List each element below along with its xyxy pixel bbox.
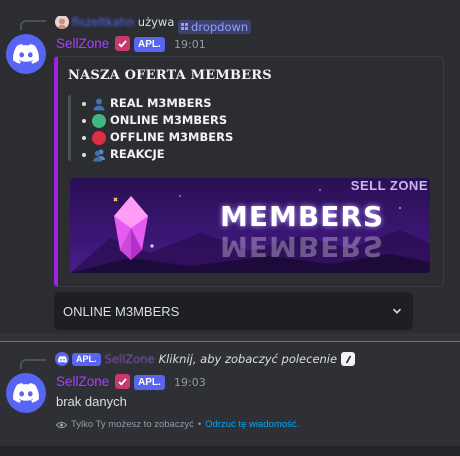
ephemeral-notice: Tylko Ty możesz to zobaczyć • Odrzuć tę … [56,419,299,430]
banner-headline: MEMBERS [220,200,385,233]
reply-preview-text: Kliknij, aby zobaczyć polecenie [158,352,338,366]
reply-username[interactable]: SellZone [105,352,155,366]
slash-command-mention[interactable]: dropdown [178,19,252,34]
discord-logo-icon [57,355,67,363]
app-tag: APL. [134,37,165,52]
banner-headline-reflection: MEMBERS [220,230,385,263]
chat-bottom-edge [0,446,460,456]
message-timestamp[interactable]: 19:03 [174,376,206,389]
reply-connector [20,359,46,369]
embed-title: NASZA OFERTA MEMBERS [68,68,272,83]
checkbox-emoji-icon [115,36,130,51]
blockquote-bar [68,95,71,161]
list-item: OFFLINE M3MBERS [82,129,233,146]
list-item-label: ONLINE M3MBERS [110,113,228,127]
reply-username[interactable]: fiszeltkahn [72,15,134,29]
embed-card: NASZA OFERTA MEMBERS REAL M3MBERS ONLINE… [54,56,444,287]
banner-brand-text: SELL ZONE [350,178,428,193]
chevron-down-icon [392,308,402,314]
red-circle-icon [92,130,106,145]
offer-list: REAL M3MBERS ONLINE M3MBERS OFFLINE M3MB… [82,95,233,163]
list-item: REAL M3MBERS [82,95,233,112]
dismiss-message-link[interactable]: Odrzuć tę wiadomość. [205,419,299,430]
reply-connector [20,20,46,30]
command-name: dropdown [191,19,249,34]
bust-in-silhouette-icon [93,98,105,110]
list-item: ONLINE M3MBERS [82,112,233,129]
list-item: REAKCJE [82,146,233,163]
slash-command-icon [341,352,356,366]
discord-logo-icon [13,44,39,64]
message-content: brak danych [56,394,127,409]
list-item-label: OFFLINE M3MBERS [110,130,234,144]
bot-avatar[interactable] [6,34,46,74]
author-name[interactable]: SellZone [56,374,109,389]
reply-user-avatar[interactable] [55,15,69,29]
bullet [82,135,86,140]
reply-verb: używa [137,15,175,29]
discord-logo-icon [13,383,39,403]
app-tag: APL. [134,375,165,390]
reply-line[interactable]: APL. SellZone Kliknij, aby zobaczyć pole… [72,352,356,366]
ephemeral-notice-text: Tylko Ty możesz to zobaczyć [71,419,194,430]
dropdown-selected-value: ONLINE M3MBERS [63,303,180,319]
bullet [82,101,86,106]
reply-line: fiszeltkahn używa dropdown [72,15,252,34]
busts-in-silhouette-icon [93,149,105,161]
embed-banner-image[interactable]: SELL ZONE MEMBERS MEMBERS [70,178,430,273]
separator-dot: • [197,419,202,430]
bot-avatar[interactable] [6,373,46,413]
crystal-gem-icon [113,196,154,260]
bullet [82,152,86,157]
eye-icon [56,421,67,428]
bullet [82,118,86,123]
list-item-label: REAL M3MBERS [110,96,212,110]
checkbox-emoji-icon [115,374,130,389]
app-command-icon [181,23,189,30]
author-name[interactable]: SellZone [56,36,109,51]
reply-bot-avatar[interactable] [55,352,69,366]
string-select-dropdown[interactable]: ONLINE M3MBERS [54,292,413,330]
reply-app-tag: APL. [72,352,101,366]
green-circle-icon [92,113,106,128]
message-timestamp[interactable]: 19:01 [174,38,206,51]
list-item-label: REAKCJE [110,147,165,161]
